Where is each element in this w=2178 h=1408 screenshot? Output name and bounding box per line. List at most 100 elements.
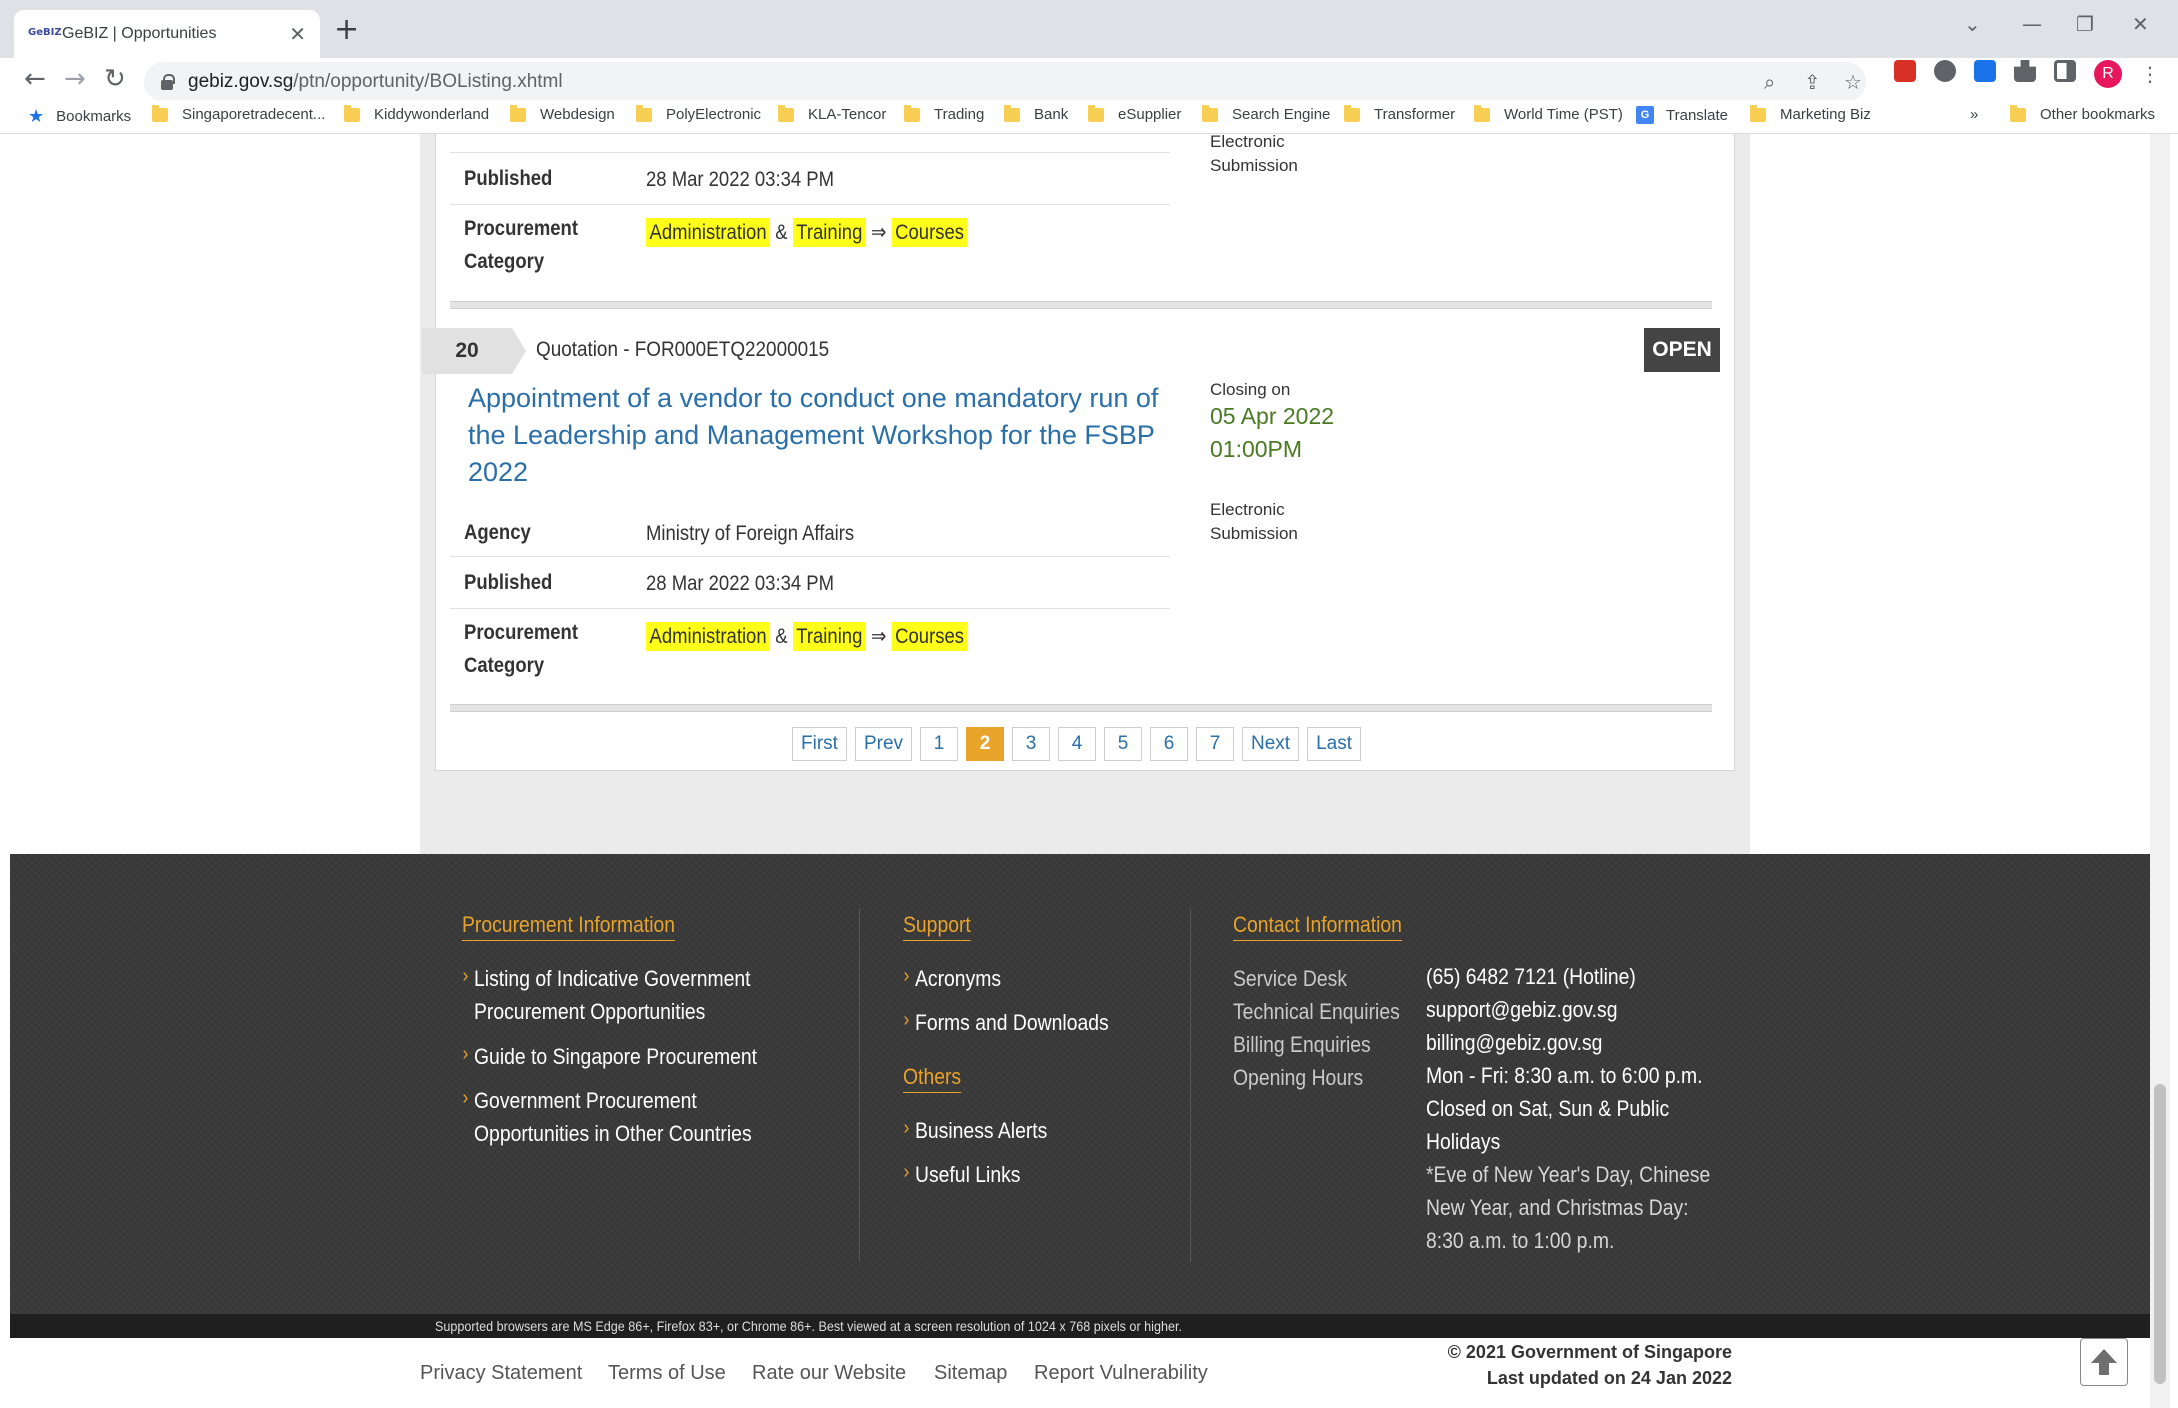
- page-4-button[interactable]: 4: [1058, 727, 1097, 761]
- bookmark-item[interactable]: PolyElectronic: [636, 104, 761, 123]
- page-5-button[interactable]: 5: [1104, 727, 1143, 761]
- other-bookmarks[interactable]: Other bookmarks: [2010, 104, 2155, 123]
- folder-icon: [1474, 104, 1490, 122]
- category-tag[interactable]: Training: [792, 218, 866, 247]
- browser-tab[interactable]: GeBIZ GeBIZ | Opportunities ✕: [14, 10, 320, 58]
- folder-icon: [510, 104, 526, 122]
- folder-icon: [152, 104, 168, 122]
- folder-icon: [1004, 104, 1020, 122]
- footer-link-procurement-guide[interactable]: Guide to Singapore Procurement: [463, 1038, 757, 1073]
- footer-link-other-countries[interactable]: Government ProcurementOpportunities in O…: [463, 1082, 752, 1150]
- extension-red-icon[interactable]: [1894, 60, 1916, 82]
- bookmark-item[interactable]: Webdesign: [510, 104, 615, 123]
- page-scrollbar[interactable]: [2150, 134, 2170, 1408]
- contact-label: Opening Hours: [1233, 1065, 1364, 1090]
- terms-of-use-link[interactable]: Terms of Use: [608, 1362, 726, 1385]
- folder-icon: [1202, 104, 1218, 122]
- new-tab-icon[interactable]: +: [334, 12, 359, 47]
- tab-close-icon[interactable]: ✕: [289, 22, 306, 47]
- restore-icon[interactable]: ❐: [2076, 12, 2094, 36]
- forward-icon[interactable]: →: [64, 64, 86, 94]
- lock-icon[interactable]: [160, 74, 175, 90]
- back-icon[interactable]: ←: [24, 64, 46, 94]
- category-tag[interactable]: Administration: [646, 622, 771, 651]
- profile-avatar[interactable]: R: [2094, 60, 2122, 88]
- category-amp: &: [775, 221, 788, 244]
- site-footer: Procurement Information Listing of Indic…: [10, 854, 2150, 1316]
- submission-label-2: Submission: [1210, 156, 1298, 175]
- share-icon[interactable]: ⇪: [1804, 70, 1821, 94]
- page-7-button[interactable]: 7: [1196, 727, 1235, 761]
- url-host: gebiz.gov.sg: [188, 71, 294, 92]
- support-heading: Support: [903, 912, 971, 941]
- translate-icon: G: [1636, 106, 1654, 124]
- bookmark-item[interactable]: KLA-Tencor: [778, 104, 886, 123]
- category-arrow: ⇒: [871, 221, 887, 244]
- page-last-button[interactable]: Last: [1307, 727, 1362, 761]
- hotline-value: (65) 6482 7121 (Hotline): [1426, 964, 1636, 989]
- bookmark-item[interactable]: Search Engine: [1202, 104, 1330, 123]
- page-3-button[interactable]: 3: [1012, 727, 1051, 761]
- extension-gray-icon[interactable]: [1934, 60, 1956, 82]
- folder-icon: [1088, 104, 1104, 122]
- page-next-button[interactable]: Next: [1242, 727, 1300, 761]
- privacy-statement-link[interactable]: Privacy Statement: [420, 1362, 582, 1385]
- support-email-link[interactable]: support@gebiz.gov.sg: [1426, 993, 1703, 1026]
- page-prev-button[interactable]: Prev: [854, 727, 913, 761]
- side-panel-icon[interactable]: [2054, 60, 2076, 82]
- footer-link-indicative-listing[interactable]: Listing of Indicative GovernmentProcurem…: [463, 960, 751, 1028]
- billing-email-link[interactable]: billing@gebiz.gov.sg: [1426, 1026, 1703, 1059]
- page-1-button[interactable]: 1: [920, 727, 959, 761]
- footer-link-acronyms[interactable]: Acronyms: [904, 960, 1001, 995]
- folder-icon: [636, 104, 652, 122]
- opening-hours-value: Mon - Fri: 8:30 a.m. to 6:00 p.m.: [1426, 1063, 1703, 1088]
- browser-tab-strip: GeBIZ GeBIZ | Opportunities ✕ + ⌄ — ❐ ✕: [0, 0, 2178, 58]
- bookmark-item[interactable]: G Translate: [1636, 106, 1728, 124]
- category-arrow: ⇒: [871, 625, 887, 648]
- submission-label-2: Submission: [1210, 524, 1298, 543]
- bookmark-item[interactable]: Trading: [904, 104, 984, 123]
- page-2-button[interactable]: 2: [966, 727, 1005, 761]
- browser-menu-icon[interactable]: ⋮: [2140, 62, 2160, 86]
- bookmark-item[interactable]: eSupplier: [1088, 104, 1181, 123]
- category-tag[interactable]: Courses: [891, 218, 968, 247]
- footer-link-forms[interactable]: Forms and Downloads: [904, 1004, 1109, 1039]
- bookmark-star-icon[interactable]: ☆: [1844, 70, 1862, 94]
- minimize-icon[interactable]: —: [2022, 12, 2042, 36]
- more-bookmarks-button[interactable]: »: [1970, 106, 1978, 123]
- supported-browsers-note: Supported browsers are MS Edge 86+, Fire…: [435, 1318, 1182, 1334]
- address-bar[interactable]: gebiz.gov.sg/ptn/opportunity/BOListing.x…: [144, 62, 1866, 102]
- category-tag[interactable]: Courses: [891, 622, 968, 651]
- sitemap-link[interactable]: Sitemap: [934, 1362, 1007, 1385]
- bookmark-item[interactable]: Bank: [1004, 104, 1068, 123]
- page-6-button[interactable]: 6: [1150, 727, 1189, 761]
- page-first-button[interactable]: First: [792, 727, 847, 761]
- back-to-top-button[interactable]: [2080, 1338, 2128, 1386]
- bookmark-item[interactable]: World Time (PST): [1474, 104, 1623, 123]
- bookmark-item[interactable]: Transformer: [1344, 104, 1455, 123]
- footer-link-useful-links[interactable]: Useful Links: [904, 1156, 1021, 1191]
- item-number: 20: [422, 328, 526, 374]
- bookmark-item[interactable]: Kiddywonderland: [344, 104, 489, 123]
- opportunity-title-link[interactable]: Appointment of a vendor to conduct one m…: [468, 380, 1168, 491]
- closing-date: 05 Apr 2022: [1210, 403, 1335, 429]
- rate-website-link[interactable]: Rate our Website: [752, 1362, 906, 1385]
- footer-divider: [859, 908, 860, 1262]
- category-tag[interactable]: Administration: [646, 218, 771, 247]
- window-close-icon[interactable]: ✕: [2132, 12, 2149, 36]
- footer-link-business-alerts[interactable]: Business Alerts: [904, 1112, 1048, 1147]
- scrollbar-thumb[interactable]: [2154, 1084, 2166, 1384]
- folder-icon: [1344, 104, 1360, 122]
- extension-blue-icon[interactable]: [1974, 60, 1996, 82]
- reload-icon[interactable]: ↻: [104, 64, 126, 94]
- bookmark-item[interactable]: ★ Bookmarks: [28, 106, 131, 127]
- zoom-icon[interactable]: ⌕: [1764, 70, 1775, 94]
- bookmarks-star-icon: ★: [28, 106, 45, 127]
- procurement-category: Administration & Training ⇒ Courses: [646, 218, 968, 247]
- bookmark-item[interactable]: Singaporetradecent...: [152, 104, 325, 123]
- folder-icon: [904, 104, 920, 122]
- tab-search-icon[interactable]: ⌄: [1964, 12, 1981, 36]
- report-vulnerability-link[interactable]: Report Vulnerability: [1034, 1362, 1208, 1385]
- bookmark-item[interactable]: Marketing Biz: [1750, 104, 1871, 123]
- category-tag[interactable]: Training: [792, 622, 866, 651]
